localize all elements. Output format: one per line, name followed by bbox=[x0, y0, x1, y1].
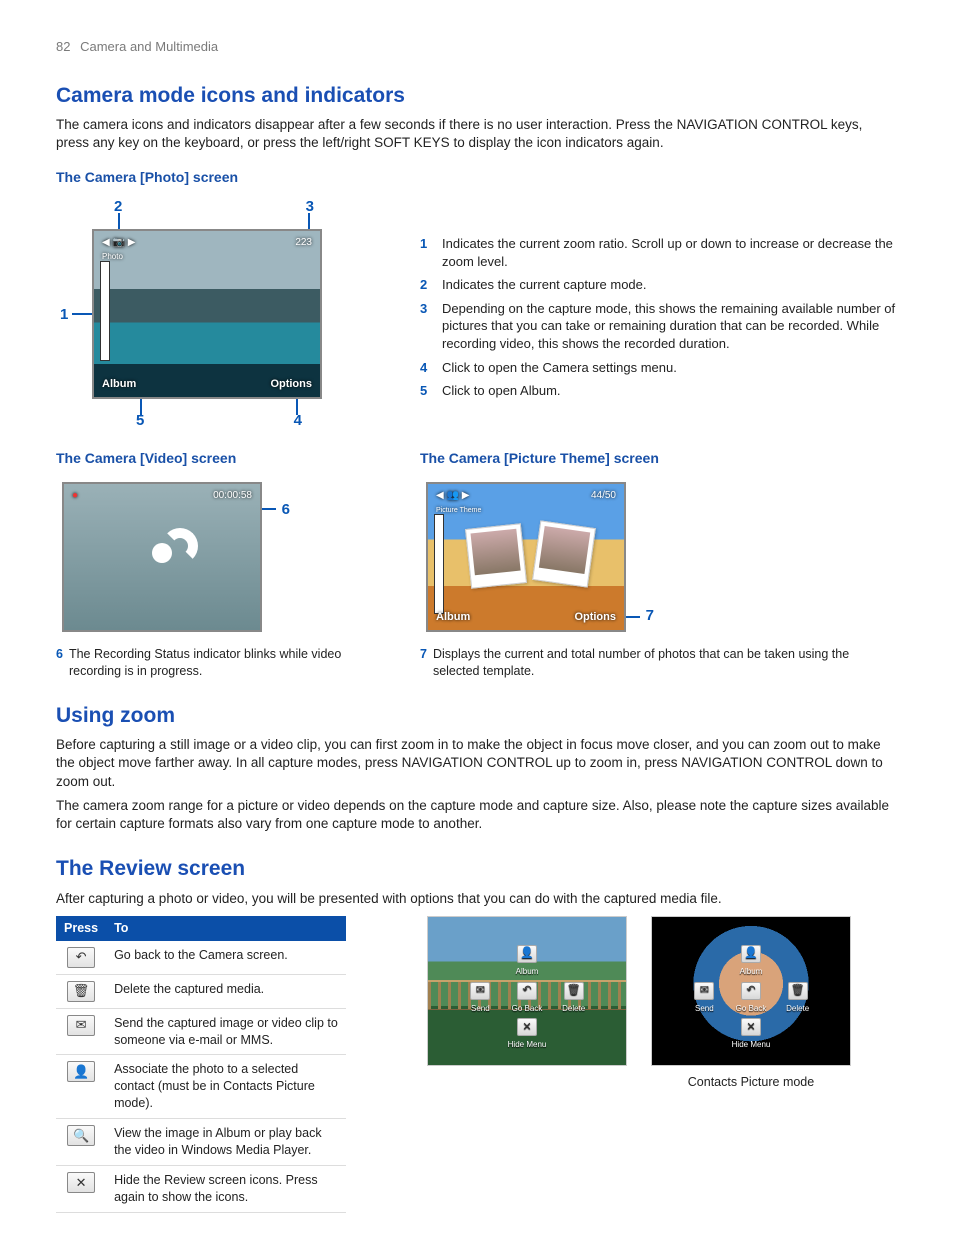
table-row: ↶ Go back to the Camera screen. bbox=[56, 941, 346, 975]
video-figure: 6 ● 00:00:58 bbox=[56, 476, 290, 638]
callout-item: 3Depending on the capture mode, this sho… bbox=[420, 300, 898, 353]
softkey-album[interactable]: Album bbox=[436, 610, 470, 625]
callout-number-6: 6 bbox=[282, 500, 290, 520]
row-desc: View the image in Album or play back the… bbox=[106, 1119, 346, 1166]
photo-figure: 2 3 1 5 4 ◀ 📷 ▶ Photo 223 bbox=[56, 195, 342, 433]
section-title-zoom: Using zoom bbox=[56, 702, 898, 730]
hide-icon[interactable]: ✕ bbox=[741, 1018, 761, 1036]
callout-number-7: 7 bbox=[646, 606, 654, 626]
theme-figure: 7 ◀ 👥 ▶ Picture Theme 44/50 Album bbox=[420, 476, 654, 638]
video-theme-row: The Camera [Video] screen 6 ● 00:00:58 6… bbox=[56, 433, 898, 680]
review-shot-normal: 👤 Album ✉ ↶ 🗑 Send Go Back Delete ✕ bbox=[427, 916, 627, 1091]
subheading-photo-screen: The Camera [Photo] screen bbox=[56, 168, 898, 187]
camera-bottom-bar: Album Options bbox=[102, 377, 312, 392]
photo-figure-col: 2 3 1 5 4 ◀ 📷 ▶ Photo 223 bbox=[56, 195, 396, 433]
section-title-camera-icons: Camera mode icons and indicators bbox=[56, 82, 898, 110]
section-title-review: The Review screen bbox=[56, 855, 898, 883]
row-desc: Send the captured image or video clip to… bbox=[106, 1008, 346, 1055]
record-timer: 00:00:58 bbox=[213, 489, 252, 503]
zoom-bar bbox=[434, 514, 444, 614]
camera-top-bar: ◀ 👥 ▶ Picture Theme 44/50 bbox=[436, 489, 616, 516]
back-icon[interactable]: ↶ bbox=[741, 982, 761, 1000]
photo-row: 2 3 1 5 4 ◀ 📷 ▶ Photo 223 bbox=[56, 195, 898, 433]
chapter-title: Camera and Multimedia bbox=[80, 39, 218, 54]
row-desc: Delete the captured media. bbox=[106, 974, 346, 1008]
zoom-para-2: The camera zoom range for a picture or v… bbox=[56, 797, 898, 833]
shot-image: 👤 Album ✉ ↶ 🗑 Send Go Back Delete ✕ bbox=[427, 916, 627, 1066]
camera-top-bar: ◀ 📷 ▶ Photo 223 bbox=[102, 236, 312, 263]
delete-icon[interactable]: 🗑 bbox=[788, 982, 808, 1000]
template-photo-2 bbox=[532, 521, 596, 588]
delete-icon[interactable]: 🗑 bbox=[564, 982, 584, 1000]
row-desc: Hide the Review screen icons. Press agai… bbox=[106, 1165, 346, 1212]
send-icon[interactable]: ✉ bbox=[470, 982, 490, 1000]
callout-line bbox=[296, 397, 298, 415]
envelope-icon: ✉ bbox=[67, 1015, 95, 1036]
review-table-col: Press To ↶ Go back to the Camera screen.… bbox=[56, 916, 356, 1213]
photo-callout-list: 1Indicates the current zoom ratio. Scrol… bbox=[420, 195, 898, 433]
callout-number-1: 1 bbox=[60, 305, 68, 325]
table-row: 🗑 Delete the captured media. bbox=[56, 974, 346, 1008]
col-press: Press bbox=[56, 916, 106, 941]
camera-bottom-bar: Album Options bbox=[436, 610, 616, 625]
col-to: To bbox=[106, 916, 346, 941]
callout-item: 5Click to open Album. bbox=[420, 382, 898, 400]
softkey-options[interactable]: Options bbox=[574, 610, 616, 625]
callout-item: 4Click to open the Camera settings menu. bbox=[420, 359, 898, 377]
review-row: Press To ↶ Go back to the Camera screen.… bbox=[56, 916, 898, 1213]
view-icon: 🔍 bbox=[67, 1125, 95, 1146]
callout-list: 1Indicates the current zoom ratio. Scrol… bbox=[420, 235, 898, 399]
softkey-options[interactable]: Options bbox=[270, 377, 312, 392]
theme-note: 7 Displays the current and total number … bbox=[420, 646, 898, 680]
running-header: 82 Camera and Multimedia bbox=[56, 38, 898, 56]
review-intro: After capturing a photo or video, you wi… bbox=[56, 890, 898, 908]
page: 82 Camera and Multimedia Camera mode ico… bbox=[0, 0, 954, 1253]
record-indicator-icon: ● bbox=[72, 489, 78, 503]
page-number: 82 bbox=[56, 39, 70, 54]
row-desc: Go back to the Camera screen. bbox=[106, 941, 346, 975]
subheading-theme-screen: The Camera [Picture Theme] screen bbox=[420, 449, 898, 468]
review-table: Press To ↶ Go back to the Camera screen.… bbox=[56, 916, 346, 1213]
trash-icon: 🗑 bbox=[67, 981, 95, 1002]
shot-caption: Contacts Picture mode bbox=[651, 1074, 851, 1091]
theme-col: The Camera [Picture Theme] screen 7 ◀ 👥 … bbox=[420, 433, 898, 680]
video-col: The Camera [Video] screen 6 ● 00:00:58 6… bbox=[56, 433, 396, 680]
row-desc: Associate the photo to a selected contac… bbox=[106, 1055, 346, 1119]
video-note: 6 The Recording Status indicator blinks … bbox=[56, 646, 396, 680]
table-row: 🔍 View the image in Album or play back t… bbox=[56, 1119, 346, 1166]
section-intro: The camera icons and indicators disappea… bbox=[56, 116, 898, 152]
camera-photo-screen: ◀ 📷 ▶ Photo 223 Album Options bbox=[92, 229, 322, 399]
back-icon[interactable]: ↶ bbox=[517, 982, 537, 1000]
review-menu: 👤 Album ✉ ↶ 🗑 Send Go Back Delete ✕ bbox=[457, 941, 597, 1051]
back-icon: ↶ bbox=[67, 947, 95, 968]
review-menu: 👤 Album ✉ ↶ 🗑 Send Go Back Delete ✕ bbox=[681, 941, 821, 1051]
review-shots: 👤 Album ✉ ↶ 🗑 Send Go Back Delete ✕ bbox=[380, 916, 898, 1091]
template-photo-1 bbox=[465, 523, 527, 589]
callout-item: 2Indicates the current capture mode. bbox=[420, 276, 898, 294]
close-icon: ✕ bbox=[67, 1172, 95, 1193]
table-row: ✉ Send the captured image or video clip … bbox=[56, 1008, 346, 1055]
table-row: ✕ Hide the Review screen icons. Press ag… bbox=[56, 1165, 346, 1212]
camera-top-bar: ● 00:00:58 bbox=[72, 489, 252, 503]
callout-line bbox=[140, 397, 142, 415]
camera-video-screen: ● 00:00:58 bbox=[62, 482, 262, 632]
table-row: 👤 Associate the photo to a selected cont… bbox=[56, 1055, 346, 1119]
send-icon[interactable]: ✉ bbox=[694, 982, 714, 1000]
capture-mode-indicator: ◀ 👥 ▶ Picture Theme bbox=[436, 489, 481, 516]
template-count: 44/50 bbox=[591, 489, 616, 516]
album-icon[interactable]: 👤 bbox=[741, 945, 761, 963]
zoom-para-1: Before capturing a still image or a vide… bbox=[56, 736, 898, 791]
review-shot-contacts: 👤 Album ✉ ↶ 🗑 Send Go Back Delete ✕ bbox=[651, 916, 851, 1091]
zoom-bar bbox=[100, 261, 110, 361]
hide-icon[interactable]: ✕ bbox=[517, 1018, 537, 1036]
softkey-album[interactable]: Album bbox=[102, 377, 136, 392]
callout-item: 1Indicates the current zoom ratio. Scrol… bbox=[420, 235, 898, 270]
contact-icon: 👤 bbox=[67, 1061, 95, 1082]
remaining-count: 223 bbox=[295, 236, 312, 263]
subheading-video-screen: The Camera [Video] screen bbox=[56, 449, 396, 468]
camera-theme-screen: ◀ 👥 ▶ Picture Theme 44/50 Album Options bbox=[426, 482, 626, 632]
album-icon[interactable]: 👤 bbox=[517, 945, 537, 963]
shot-image: 👤 Album ✉ ↶ 🗑 Send Go Back Delete ✕ bbox=[651, 916, 851, 1066]
capture-mode-indicator: ◀ 📷 ▶ Photo bbox=[102, 236, 135, 263]
